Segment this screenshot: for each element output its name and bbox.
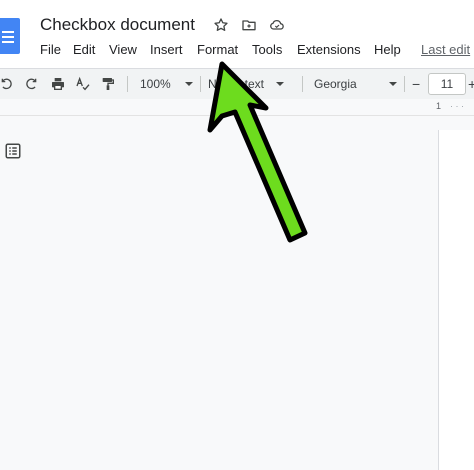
- menu-format[interactable]: Format: [197, 42, 238, 57]
- chevron-down-icon: [276, 82, 285, 86]
- print-icon[interactable]: [50, 69, 68, 99]
- font-select[interactable]: Georgia: [314, 69, 398, 99]
- toolbar: 100% N text Georgia − 11 +: [0, 68, 474, 100]
- menu-tools[interactable]: Tools: [252, 42, 282, 57]
- last-edit-link[interactable]: Last edit: [421, 42, 470, 57]
- zoom-select[interactable]: 100%: [140, 69, 193, 99]
- document-outline-icon[interactable]: [4, 142, 22, 160]
- menu-insert[interactable]: Insert: [150, 42, 183, 57]
- menu-extensions[interactable]: Extensions: [297, 42, 361, 57]
- menu-view[interactable]: View: [109, 42, 137, 57]
- menu-bar: File Edit View Insert Format Tools Exten…: [0, 40, 474, 60]
- spellcheck-icon[interactable]: [75, 69, 93, 99]
- zoom-value: 100%: [140, 77, 171, 91]
- menu-edit[interactable]: Edit: [73, 42, 95, 57]
- horizontal-ruler[interactable]: 1 · · ·: [0, 99, 474, 116]
- move-folder-icon[interactable]: [240, 15, 258, 35]
- style-prefix: N: [208, 77, 217, 91]
- increase-font-size-button[interactable]: +: [468, 69, 474, 99]
- redo-icon[interactable]: [24, 69, 40, 99]
- app-header: Checkbox document File Edit View Insert …: [0, 0, 474, 68]
- star-icon[interactable]: [212, 15, 230, 35]
- undo-icon[interactable]: [0, 69, 16, 99]
- chevron-down-icon: [388, 82, 397, 86]
- decrease-font-size-button[interactable]: −: [412, 69, 424, 99]
- font-size-input[interactable]: 11: [428, 73, 466, 95]
- menu-help[interactable]: Help: [374, 42, 401, 57]
- style-suffix: text: [244, 77, 265, 91]
- font-value: Georgia: [314, 77, 357, 91]
- paint-format-icon[interactable]: [100, 69, 118, 99]
- chevron-down-icon: [184, 82, 193, 86]
- ruler-number: 1: [436, 101, 442, 111]
- paragraph-style-select[interactable]: N text: [208, 69, 294, 99]
- menu-file[interactable]: File: [40, 42, 61, 57]
- cloud-status-icon[interactable]: [268, 15, 286, 35]
- document-page[interactable]: [438, 130, 474, 470]
- ruler-tick-icon: · · ·: [450, 101, 464, 111]
- document-title[interactable]: Checkbox document: [40, 15, 195, 35]
- document-canvas: [0, 116, 474, 470]
